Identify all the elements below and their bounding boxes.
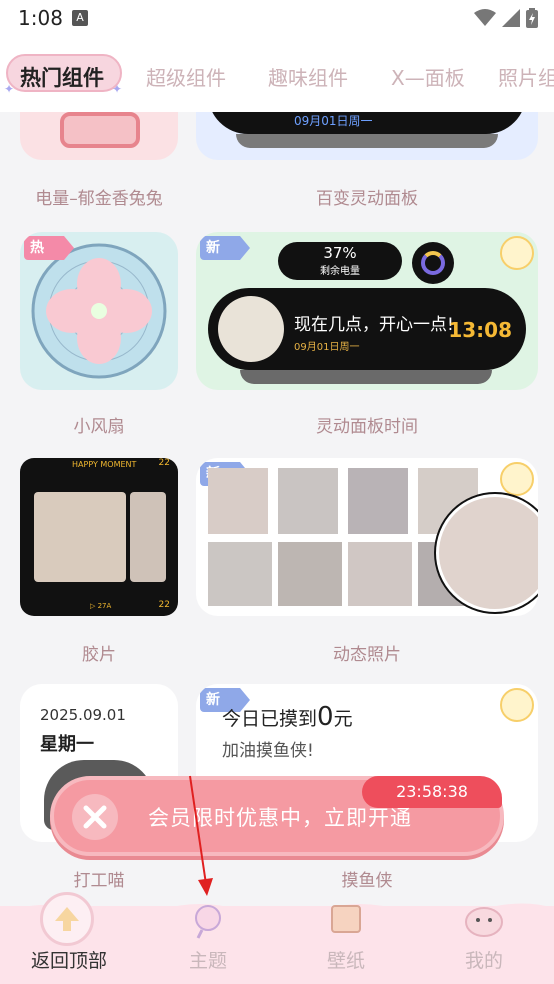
photo-thumb <box>208 542 272 606</box>
panel-time-label: 灵动面板时间 <box>316 417 418 437</box>
cat-weekday: 星期一 <box>40 734 94 755</box>
hot-badge: 热 <box>24 236 74 260</box>
battery-tulip-card[interactable] <box>20 112 178 160</box>
battery-icon <box>526 8 538 28</box>
dynamic-panel-label: 百变灵动面板 <box>316 189 418 209</box>
film-title: HAPPY MOMENT <box>72 460 137 469</box>
a-letter-icon: A <box>72 10 88 26</box>
film-frame-top: 22 <box>158 458 170 468</box>
sparkle-icon: ✦ <box>112 82 123 96</box>
panel-time: 13:08 <box>448 318 512 342</box>
dynamic-photo-card[interactable]: 新 <box>196 458 538 616</box>
film-frame-code: ▷ 27A <box>90 602 112 610</box>
battery-pill: 37% 剩余电量 <box>278 242 402 280</box>
wallpaper-icon[interactable] <box>328 900 364 936</box>
panel-date: 09月01日周一 <box>294 114 373 128</box>
battery-label: 剩余电量 <box>320 266 360 277</box>
back-to-top-icon[interactable] <box>40 892 94 946</box>
tab-x-panel[interactable]: X—面板 <box>391 62 465 91</box>
status-icons <box>474 8 538 28</box>
film-photo-partial <box>130 492 166 582</box>
new-badge: 新 <box>200 236 250 260</box>
nav-mine[interactable]: 我的 <box>434 946 534 973</box>
profile-icon[interactable] <box>462 898 506 938</box>
slacker-title: 今日已摸到0元 <box>222 702 353 732</box>
cat-date: 2025.09.01 <box>40 706 126 724</box>
discount-icon <box>72 794 118 840</box>
crown-icon <box>500 688 534 722</box>
sparkle-icon: ✦ <box>4 82 15 96</box>
film-label: 胶片 <box>82 645 116 665</box>
cat-avatar <box>218 296 284 362</box>
nav-wallpaper[interactable]: 壁纸 <box>296 946 396 973</box>
photo-thumb <box>278 542 342 606</box>
tab-photo-group[interactable]: 照片组 <box>498 62 554 91</box>
status-bar: 1:08 A <box>0 0 554 36</box>
panel-date: 09月01日周一 <box>294 342 360 353</box>
nav-theme[interactable]: 主题 <box>158 946 258 973</box>
photo-thumb <box>348 542 412 606</box>
arrow-annotation <box>189 775 213 896</box>
battery-ring <box>412 242 454 284</box>
film-card[interactable]: HAPPY MOMENT 22 ▷ 27A 22 <box>20 458 178 616</box>
small-fan-card[interactable]: 热 <box>20 232 178 390</box>
time-pill: 现在几点，开心一点! 09月01日周一 13:08 <box>208 288 526 370</box>
dynamic-panel-card[interactable]: 09月01日周一 <box>196 112 538 160</box>
signal-icon <box>502 9 520 27</box>
tab-super-widgets[interactable]: 超级组件 <box>146 62 226 91</box>
wifi-icon <box>474 9 496 26</box>
panel-pill: 09月01日周一 <box>208 112 526 134</box>
crown-icon <box>500 462 534 496</box>
film-frame-bottom: 22 <box>158 600 170 610</box>
film-photo <box>34 492 126 582</box>
theme-icon[interactable] <box>188 900 228 940</box>
dynamic-photo-label: 动态照片 <box>333 645 401 665</box>
panel-message: 现在几点，开心一点! <box>294 315 454 335</box>
panel-time-card[interactable]: 新 37% 剩余电量 现在几点，开心一点! 09月01日周一 13:08 <box>196 232 538 390</box>
tab-fun-widgets[interactable]: 趣味组件 <box>268 62 348 91</box>
battery-tulip-label: 电量–郁金香兔兔 <box>35 189 163 209</box>
category-tab-bar: ✦ ✦ 热门组件 超级组件 趣味组件 X—面板 照片组 <box>0 36 554 112</box>
photo-thumb <box>208 468 268 534</box>
nav-back-to-top[interactable]: 返回顶部 <box>19 946 119 973</box>
photo-thumb <box>348 468 408 534</box>
battery-percent: 37% <box>323 244 357 262</box>
work-cat-label: 打工喵 <box>73 871 125 891</box>
photo-thumb <box>278 468 338 534</box>
status-time: 1:08 <box>18 6 63 30</box>
slacker-label: 摸鱼侠 <box>341 871 393 891</box>
slacker-subtitle: 加油摸鱼侠! <box>222 741 314 761</box>
small-fan-label: 小风扇 <box>73 417 125 437</box>
tab-hot-widgets[interactable]: 热门组件 <box>20 62 104 92</box>
crown-icon <box>500 236 534 270</box>
tulip-bunny-image <box>60 112 140 148</box>
